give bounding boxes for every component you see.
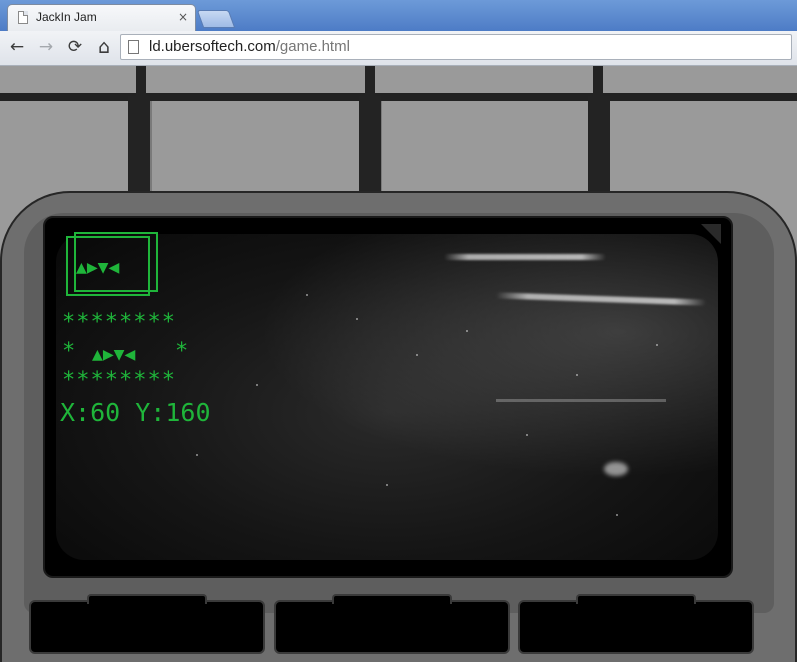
border-stars-bottom: ********	[62, 368, 176, 393]
screen-speck	[416, 354, 418, 356]
support-pillar	[365, 66, 375, 96]
support-pillar	[593, 66, 603, 96]
support-pillar	[588, 96, 610, 196]
screen-speck	[466, 330, 468, 332]
screen-speck	[656, 344, 658, 346]
ship-preview-icon: ▲▶▼◀	[92, 344, 136, 365]
address-bar[interactable]: ld.ubersoftech.com/game.html	[120, 34, 792, 60]
border-star-left: *	[62, 339, 77, 364]
screen-speck	[616, 514, 618, 516]
back-arrow-icon[interactable]: ←	[5, 36, 29, 58]
url-text: ld.ubersoftech.com/game.html	[149, 38, 350, 55]
console-bottom-panel-right	[518, 594, 754, 654]
screen-speck	[576, 374, 578, 376]
ceiling-beam	[0, 93, 797, 101]
player-ship-icon: ▲▶▼◀	[76, 257, 120, 278]
tab-jackin-jam[interactable]: JackIn Jam ×	[7, 4, 196, 31]
panel-tab	[576, 594, 696, 604]
console-bottom-panel-center	[274, 594, 510, 654]
home-icon[interactable]: ⌂	[92, 36, 116, 58]
browser-chrome: JackIn Jam × ← → ⟳ ⌂ ld.ubersoftech.com/…	[0, 0, 797, 66]
screen-glare-spot	[604, 462, 628, 476]
browser-toolbar: ← → ⟳ ⌂ ld.ubersoftech.com/game.html	[0, 31, 797, 65]
forward-arrow-icon[interactable]: →	[34, 36, 58, 58]
screen-speck	[256, 384, 258, 386]
support-pillar	[136, 66, 146, 96]
url-path: /game.html	[275, 38, 350, 55]
screen-speck	[356, 318, 358, 320]
screen-glare-streak	[444, 254, 606, 260]
new-tab-button[interactable]	[196, 10, 236, 28]
border-star-right: *	[175, 339, 190, 364]
coordinates-readout: X:60 Y:160	[60, 398, 211, 427]
page-icon	[128, 40, 139, 54]
screen-speck	[386, 484, 388, 486]
close-icon[interactable]: ×	[178, 9, 188, 25]
screen-speck	[196, 454, 198, 456]
support-pillar	[128, 96, 150, 196]
console-bottom-panel-left	[29, 594, 265, 654]
screen-glare-streak	[495, 292, 707, 306]
page-icon	[18, 11, 28, 24]
support-pillar	[359, 96, 381, 196]
screen-scratch	[496, 399, 666, 402]
screen-speck	[526, 434, 528, 436]
panel-tab	[332, 594, 452, 604]
border-stars-top: ********	[62, 310, 176, 335]
tab-title: JackIn Jam	[36, 10, 97, 24]
tab-strip: JackIn Jam ×	[0, 0, 797, 31]
panel-tab	[87, 594, 207, 604]
url-host: ld.ubersoftech.com	[149, 38, 276, 55]
reload-icon[interactable]: ⟳	[63, 36, 87, 58]
screen-speck	[306, 294, 308, 296]
